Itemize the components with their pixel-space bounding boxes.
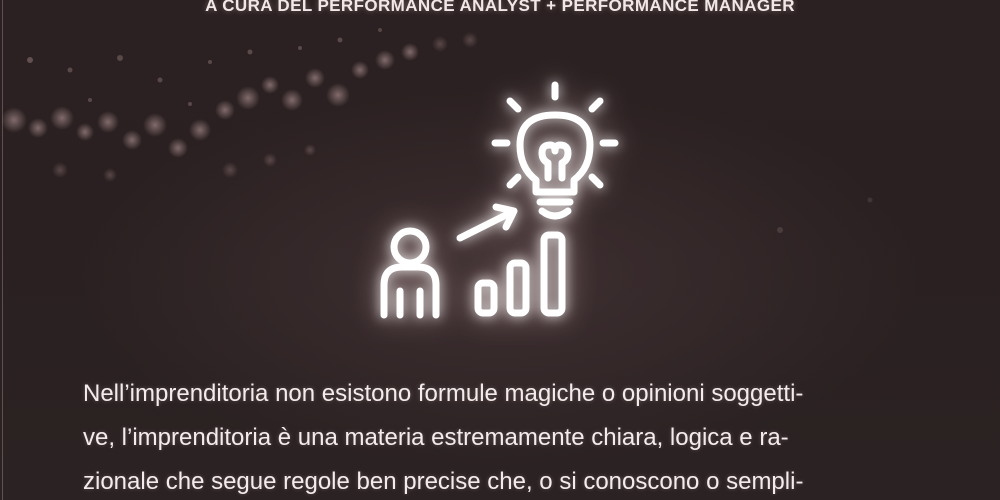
growth-idea-illustration: [370, 75, 630, 325]
body-line: zionale che segue regole ben precise che…: [83, 468, 804, 495]
arrow-up-right-icon: [456, 203, 518, 242]
edge-divider: [2, 0, 3, 500]
person-icon: [380, 227, 440, 319]
body-line: ve, l’imprenditoria è una materia estrem…: [83, 424, 789, 451]
bar-chart-icon: [474, 231, 566, 317]
lightbulb-icon: [491, 81, 619, 220]
body-paragraph: Nell’imprenditoria non esistono formule …: [83, 372, 933, 500]
body-line: Nell’imprenditoria non esistono formule …: [83, 380, 804, 407]
page: A CURA DEL PERFORMANCE ANALYST + PERFORM…: [0, 0, 1000, 500]
page-subtitle: A CURA DEL PERFORMANCE ANALYST + PERFORM…: [205, 0, 795, 15]
